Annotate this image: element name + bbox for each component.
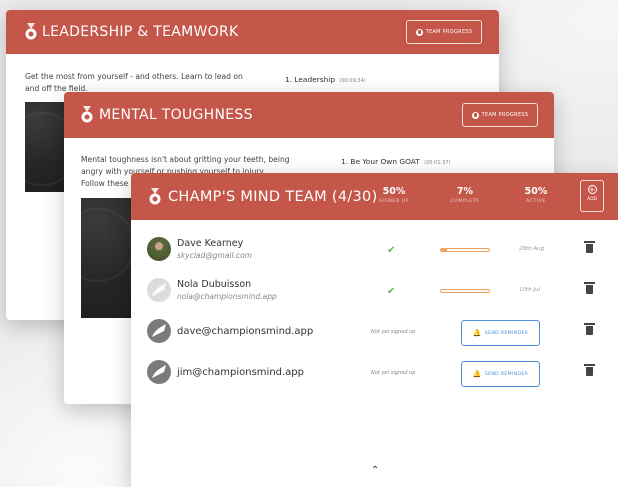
stat-label: ACTIVE [526, 199, 546, 204]
send-reminder-label: SEND REMINDER [484, 330, 529, 336]
avatar [147, 237, 171, 261]
trash-icon[interactable] [584, 323, 595, 335]
progress-bar [440, 248, 490, 252]
add-label: ADD [586, 197, 597, 202]
plus-icon: + [587, 185, 597, 194]
stat-value: 50% [382, 186, 406, 197]
progress-icon [415, 28, 423, 36]
team-title: CHAMP'S MIND TEAM (4/30) [168, 189, 378, 205]
member-name: Dave Kearney [177, 238, 244, 249]
team-progress-button[interactable]: TEAM PROGRESS [406, 20, 482, 44]
check-icon: ✔ [387, 286, 396, 297]
invite-row: jim@championsmind.app Not yet signed up … [131, 354, 618, 394]
team-card: CHAMP'S MIND TEAM (4/30) 50% SIGNED UP 7… [131, 173, 618, 487]
trash-icon[interactable] [584, 241, 595, 253]
placeholder-avatar-icon [152, 365, 166, 378]
team-header: CHAMP'S MIND TEAM (4/30) 50% SIGNED UP 7… [131, 173, 618, 220]
stat-active: 50% ACTIVE [506, 186, 566, 204]
card-header: MENTAL TOUGHNESS TEAM PROGRESS [64, 92, 554, 138]
video-thumbnail[interactable] [6, 102, 79, 192]
avatar [147, 278, 171, 302]
add-member-button[interactable]: + ADD [580, 180, 604, 212]
lesson-duration: (00:01:37) [424, 160, 451, 166]
stat-value: 50% [524, 186, 548, 197]
team-progress-label: TEAM PROGRESS [425, 29, 473, 35]
stat-complete: 7% COMPLETE [435, 186, 495, 204]
progress-bar [440, 289, 490, 293]
lesson-item[interactable]: 1. Be Your Own GOAT (00:01:37) [341, 157, 451, 166]
stat-label: SIGNED UP [378, 199, 410, 204]
trash-icon[interactable] [584, 364, 595, 376]
placeholder-avatar-icon [152, 283, 166, 296]
invite-status: Not yet signed up [371, 370, 416, 376]
team-progress-label: TEAM PROGRESS [481, 112, 529, 118]
lesson-duration: (00:09:34) [339, 78, 366, 84]
card-title: MENTAL TOUGHNESS [99, 107, 253, 123]
last-active-date: 28th Aug [519, 246, 545, 252]
member-name: Nola Dubuisson [177, 279, 252, 290]
invite-email: dave@championsmind.app [177, 326, 314, 337]
stat-label: COMPLETE [450, 199, 480, 204]
bell-icon: 🔔 [472, 370, 482, 378]
stat-signed-up: 50% SIGNED UP [364, 186, 424, 204]
lesson-title: 1. Be Your Own GOAT [341, 157, 420, 166]
chevron-up-icon[interactable]: ⌃ [371, 465, 379, 476]
member-row: Dave Kearney skyclad@gmail.com ✔ 28th Au… [131, 231, 618, 271]
progress-fill [441, 249, 447, 251]
medal-icon [81, 106, 93, 123]
trash-icon[interactable] [584, 282, 595, 294]
invite-email: jim@championsmind.app [177, 367, 305, 378]
send-reminder-button[interactable]: 🔔 SEND REMINDER [461, 361, 540, 387]
progress-icon [471, 111, 479, 119]
video-thumbnail[interactable] [64, 198, 135, 318]
check-icon: ✔ [387, 245, 396, 256]
send-reminder-label: SEND REMINDER [484, 371, 529, 377]
bell-icon: 🔔 [472, 329, 482, 337]
avatar [147, 319, 171, 343]
avatar [147, 360, 171, 384]
lesson-item[interactable]: 1. Leadership (00:09:34) [285, 75, 366, 84]
lesson-title: 1. Leadership [285, 75, 336, 84]
invite-row: dave@championsmind.app Not yet signed up… [131, 313, 618, 353]
send-reminder-button[interactable]: 🔔 SEND REMINDER [461, 320, 540, 346]
stat-value: 7% [456, 186, 474, 197]
team-progress-button[interactable]: TEAM PROGRESS [462, 103, 538, 127]
last-active-date: 10th Jul [519, 287, 541, 293]
member-email: skyclad@gmail.com [177, 251, 252, 260]
medal-icon [149, 188, 161, 205]
card-title: LEADERSHIP & TEAMWORK [42, 24, 239, 40]
placeholder-avatar-icon [152, 324, 166, 337]
member-row: Nola Dubuisson nola@championsmind.app ✔ … [131, 272, 618, 312]
member-email: nola@championsmind.app [177, 292, 277, 301]
medal-icon [25, 23, 37, 40]
invite-status: Not yet signed up [371, 329, 416, 335]
card-header: LEADERSHIP & TEAMWORK TEAM PROGRESS [6, 10, 499, 54]
